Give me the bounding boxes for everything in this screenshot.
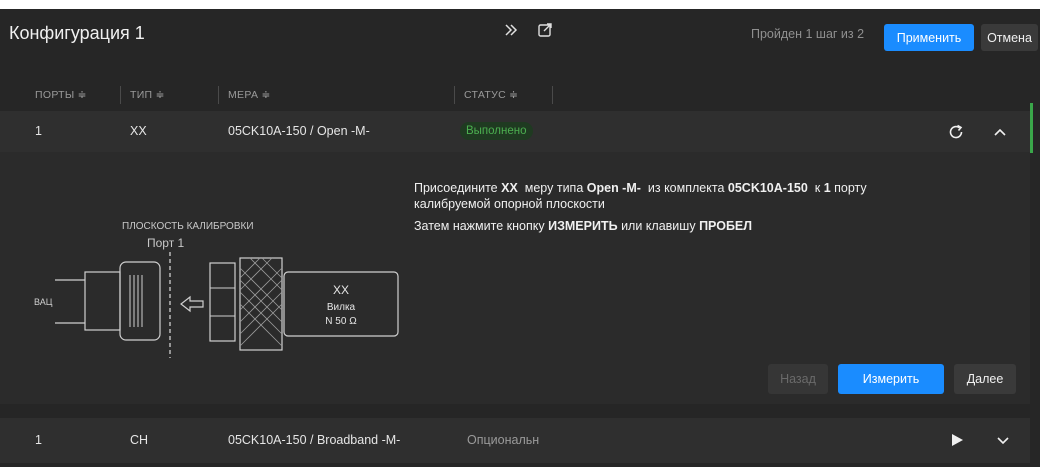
header: Конфигурация 1 Пройден 1 шаг из 2 Примен…	[0, 9, 1040, 59]
column-divider	[120, 86, 121, 104]
table-row[interactable]: 1 XX 05CK10A-150 / Open -M- Выполнено	[0, 111, 1030, 153]
vna-label: ВАЦ	[34, 297, 53, 307]
status-badge: Выполнено	[460, 122, 533, 140]
external-link-icon[interactable]	[537, 22, 553, 43]
kit-gender-label: Вилка	[327, 302, 356, 313]
row-standard: 05CK10A-150 / Open -M-	[228, 124, 370, 138]
port-label: Порт 1	[147, 236, 185, 250]
column-divider	[552, 86, 553, 104]
back-button[interactable]: Назад	[768, 364, 828, 394]
arrow-left-icon	[180, 295, 204, 313]
cancel-button[interactable]: Отмена	[981, 24, 1038, 51]
steps-progress: Пройден 1 шаг из 2	[751, 27, 865, 41]
row-type: CH	[130, 433, 149, 447]
measure-button[interactable]: Измерить	[838, 364, 944, 394]
table-row[interactable]: 1 CH 05CK10A-150 / Broadband -M- Опциона…	[0, 418, 1030, 463]
kit-impedance-label: N 50 Ω	[325, 316, 357, 327]
plane-label: ПЛОСКОСТЬ КАЛИБРОВКИ	[122, 221, 254, 232]
column-divider	[218, 86, 219, 104]
row-port: 1	[35, 433, 42, 447]
row-port: 1	[35, 124, 42, 138]
next-button[interactable]: Далее	[954, 364, 1016, 394]
row-status: Опциональн	[467, 433, 540, 447]
row-type: XX	[130, 124, 147, 138]
table-header: ПОРТЫ ≑ ТИП ≑ МЕРА ≑ СТАТУС ≑	[0, 84, 1030, 110]
instruction-line-1: Присоедините XX меру типа Open -M- из ко…	[414, 181, 867, 195]
scrollbar[interactable]	[1034, 152, 1037, 452]
instructions: Присоедините XX меру типа Open -M- из ко…	[414, 180, 974, 234]
chevron-down-icon[interactable]	[996, 434, 1010, 451]
column-type[interactable]: ТИП ≑	[130, 89, 165, 101]
column-divider	[454, 86, 455, 104]
page-title: Конфигурация 1	[9, 23, 145, 43]
column-standard[interactable]: МЕРА ≑	[228, 89, 271, 101]
kit-type-label: XX	[333, 283, 349, 297]
row-standard: 05CK10A-150 / Broadband -M-	[228, 433, 401, 447]
active-row-indicator	[1030, 103, 1033, 153]
play-icon[interactable]	[950, 433, 964, 450]
column-ports[interactable]: ПОРТЫ ≑	[35, 89, 87, 101]
chevron-up-icon[interactable]	[993, 125, 1007, 142]
column-status[interactable]: СТАТУС ≑	[464, 89, 518, 101]
apply-button[interactable]: Применить	[884, 24, 974, 51]
connection-diagram: ПЛОСКОСТЬ КАЛИБРОВКИ Порт 1 ВАЦ XX Вилка…	[34, 221, 399, 358]
instruction-line-2: калибруемой опорной плоскости	[414, 197, 605, 211]
instruction-line-3: Затем нажмите кнопку ИЗМЕРИТЬ или клавиш…	[414, 219, 753, 233]
refresh-icon[interactable]	[947, 123, 965, 144]
double-chevron-right-icon[interactable]	[503, 22, 519, 43]
